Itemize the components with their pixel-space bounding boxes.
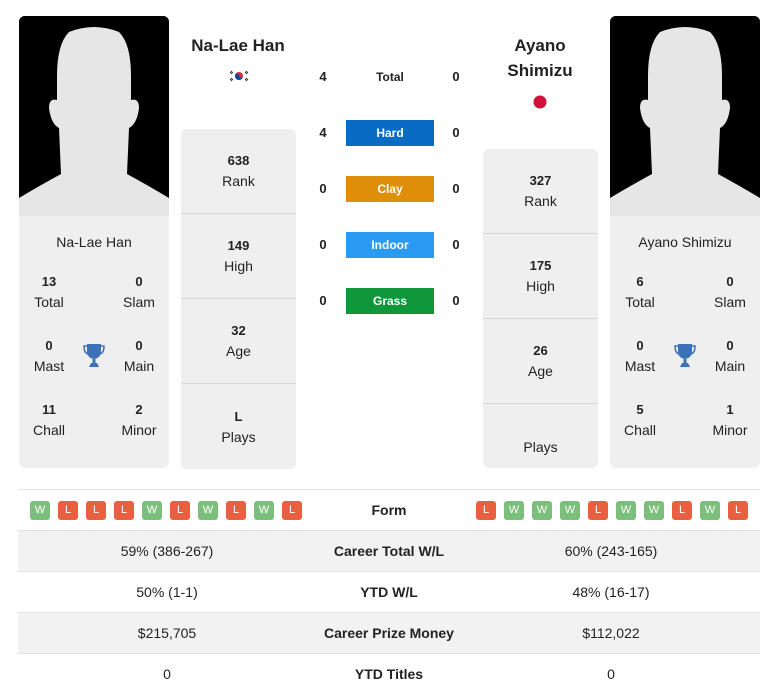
titles-chall: 11 Chall <box>33 402 65 438</box>
titles-total: 13 Total <box>34 274 64 310</box>
silhouette-icon <box>610 16 760 216</box>
form-badge-loss: L <box>672 501 692 520</box>
form-badge-win: W <box>532 501 552 520</box>
player1-name[interactable]: Na-Lae Han <box>178 33 298 58</box>
form-badge-win: W <box>644 501 664 520</box>
form-badge-loss: L <box>282 501 302 520</box>
table-row: 59% (386-267) Career Total W/L 60% (243-… <box>18 530 760 571</box>
player2-card-name: Ayano Shimizu <box>638 234 732 250</box>
player1-card-name: Na-Lae Han <box>56 234 132 250</box>
player2-name[interactable]: Ayano Shimizu <box>480 33 600 83</box>
table-row: $215,705 Career Prize Money $112,022 <box>18 612 760 653</box>
form-badge-loss: L <box>728 501 748 520</box>
h2h-total-row: 4 Total 0 <box>300 64 480 90</box>
form-badge-loss: L <box>476 501 496 520</box>
form-row: WLLLWLWLWL Form LWWWLWWLWL <box>18 489 760 530</box>
form-badge-win: W <box>700 501 720 520</box>
form-badge-win: W <box>198 501 218 520</box>
stat-age: 32 Age <box>181 299 296 384</box>
surface-indoor-badge[interactable]: Indoor <box>346 232 434 258</box>
stat-rank: 327 Rank <box>483 149 598 234</box>
surface-clay-badge[interactable]: Clay <box>346 176 434 202</box>
form-badge-loss: L <box>86 501 106 520</box>
h2h-hard-row: 4 Hard 0 <box>300 120 480 146</box>
form-badge-loss: L <box>170 501 190 520</box>
form-badge-loss: L <box>226 501 246 520</box>
h2h-grass-row: 0 Grass 0 <box>300 288 480 314</box>
player2-titles: 6 Total 0 Slam 0 Mast 0 Main 5 Chall 1 Minor <box>610 272 760 462</box>
table-row: 0 YTD Titles 0 <box>18 653 760 694</box>
h2h-indoor-row: 0 Indoor 0 <box>300 232 480 258</box>
form-badge-win: W <box>504 501 524 520</box>
player2-card: Ayano Shimizu 6 Total 0 Slam 0 Mast 0 Main 5… <box>610 16 760 468</box>
surface-grass-badge[interactable]: Grass <box>346 288 434 314</box>
player2-photo <box>610 16 760 216</box>
h2h-total-label: Total <box>376 70 404 84</box>
form-badge-win: W <box>616 501 636 520</box>
titles-main: 0 Main <box>714 338 746 374</box>
player1-form: WLLLWLWLWL <box>30 501 302 520</box>
titles-minor: 2 Minor <box>121 402 157 438</box>
player1-photo <box>19 16 169 216</box>
form-badge-loss: L <box>588 501 608 520</box>
stat-plays: Plays <box>523 438 558 455</box>
player2-stats: 327 Rank 175 High 26 Age Plays <box>483 149 598 468</box>
titles-minor: 1 Minor <box>712 402 748 438</box>
titles-slam: 0 Slam <box>123 274 155 310</box>
stat-high: 175 High <box>483 234 598 319</box>
player1-card: Na-Lae Han 13 Total 0 Slam 0 Mast 0 Main 11 C… <box>19 16 169 468</box>
titles-chall: 5 Chall <box>624 402 656 438</box>
titles-total: 6 Total <box>625 274 655 310</box>
player2-form: LWWWLWWLWL <box>476 501 748 520</box>
stat-high: 149 High <box>181 214 296 299</box>
form-badge-loss: L <box>58 501 78 520</box>
silhouette-icon <box>19 16 169 216</box>
titles-mast: 0 Mast <box>33 338 65 374</box>
stat-rank: 638 Rank <box>181 129 296 214</box>
trophy-icon <box>674 344 696 367</box>
form-badge-win: W <box>30 501 50 520</box>
south-korea-flag-icon <box>228 68 250 84</box>
form-badge-win: W <box>254 501 274 520</box>
form-badge-loss: L <box>114 501 134 520</box>
h2h-clay-row: 0 Clay 0 <box>300 176 480 202</box>
form-badge-win: W <box>560 501 580 520</box>
comparison-table: WLLLWLWLWL Form LWWWLWWLWL 59% (386-267)… <box>18 489 760 694</box>
player1-titles: 13 Total 0 Slam 0 Mast 0 Main 11 Chall 2 Minor <box>19 272 169 462</box>
titles-slam: 0 Slam <box>714 274 746 310</box>
japan-flag-icon <box>533 95 547 109</box>
stat-plays: L Plays <box>221 408 256 445</box>
table-row: 50% (1-1) YTD W/L 48% (16-17) <box>18 571 760 612</box>
form-label: Form <box>371 502 407 518</box>
surface-hard-badge[interactable]: Hard <box>346 120 434 146</box>
player1-stats: 638 Rank 149 High 32 Age L Plays <box>181 129 296 469</box>
titles-main: 0 Main <box>123 338 155 374</box>
stat-age: 26 Age <box>483 319 598 404</box>
form-badge-win: W <box>142 501 162 520</box>
titles-mast: 0 Mast <box>624 338 656 374</box>
trophy-icon <box>83 344 105 367</box>
